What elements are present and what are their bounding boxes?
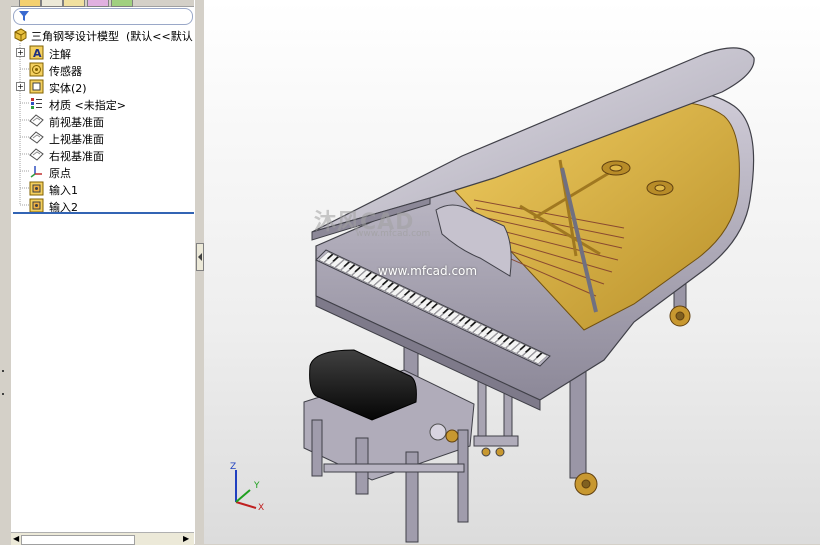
svg-text:A: A bbox=[33, 47, 42, 60]
material-icon bbox=[31, 98, 42, 109]
view-orientation-triad: Z Y X bbox=[230, 462, 264, 513]
horizontal-scrollbar[interactable]: ◀ ▶ bbox=[11, 532, 194, 545]
tree-item-label: 注解 bbox=[49, 48, 71, 61]
plane-icon bbox=[29, 114, 44, 127]
plane-icon bbox=[29, 148, 44, 161]
part-icon bbox=[14, 28, 27, 42]
collapse-panel-handle[interactable] bbox=[196, 243, 204, 271]
triad-x-label: X bbox=[258, 503, 264, 513]
edge-mark bbox=[2, 370, 4, 372]
tree-item-top-plane[interactable]: 上视基准面 bbox=[11, 129, 194, 146]
expand-toggle[interactable]: + bbox=[16, 48, 25, 57]
tree-item-label: 右视基准面 bbox=[49, 150, 104, 163]
tree-root-part[interactable]: 三角钢琴设计模型 (默认<<默认 bbox=[11, 26, 194, 43]
plane-icon bbox=[29, 131, 44, 144]
annotations-icon: A bbox=[29, 45, 44, 60]
tree-item-label: 前视基准面 bbox=[49, 116, 104, 129]
rollback-bar[interactable] bbox=[13, 212, 194, 214]
tree-item-annotations[interactable]: + A 注解 bbox=[11, 44, 194, 61]
tree-item-front-plane[interactable]: 前视基准面 bbox=[11, 112, 194, 129]
tree-item-label: 材质 <未指定> bbox=[49, 99, 126, 112]
tree-item-label: 实体(2) bbox=[49, 82, 87, 95]
triad-z-label: Z bbox=[230, 462, 236, 472]
edge-mark bbox=[2, 393, 4, 395]
tree-item-label: 上视基准面 bbox=[49, 133, 104, 146]
feature-manager-panel: 三角钢琴设计模型 (默认<<默认 + A 注解 传感器 + 实体(2) 材质 <… bbox=[11, 0, 195, 545]
graphics-viewport[interactable]: 沐风CAD www.mfcad.com www.mfcad.com Z Y X bbox=[204, 0, 820, 544]
solid-bodies-icon bbox=[29, 79, 44, 94]
tree-item-right-plane[interactable]: 右视基准面 bbox=[11, 146, 194, 163]
tree-item-solid-bodies[interactable]: + 实体(2) bbox=[11, 78, 194, 95]
sensors-icon bbox=[29, 62, 44, 77]
tree-item-label: 传感器 bbox=[49, 65, 82, 78]
scroll-right-icon[interactable]: ▶ bbox=[183, 534, 189, 543]
triad-y-label: Y bbox=[253, 481, 260, 491]
watermark-url: www.mfcad.com bbox=[378, 264, 478, 278]
watermark-subtext: www.mfcad.com bbox=[356, 229, 431, 239]
tree-item-sensors[interactable]: 传感器 bbox=[11, 61, 194, 78]
grand-piano-model[interactable] bbox=[204, 0, 820, 544]
imported-body-icon bbox=[29, 181, 44, 196]
expand-toggle[interactable]: + bbox=[16, 82, 25, 91]
tree-item-import1[interactable]: 输入1 bbox=[11, 180, 194, 197]
imported-body-icon bbox=[29, 198, 44, 213]
tree-item-origin[interactable]: 原点 bbox=[11, 163, 194, 180]
scroll-left-icon[interactable]: ◀ bbox=[13, 534, 19, 543]
tree-item-material[interactable]: 材质 <未指定> bbox=[11, 95, 194, 112]
tree-item-label: 输入1 bbox=[49, 184, 78, 197]
origin-icon bbox=[30, 166, 42, 178]
tree-item-label: 原点 bbox=[49, 167, 71, 180]
tree-root-label: 三角钢琴设计模型 (默认<<默认 bbox=[31, 30, 193, 43]
piano-bench bbox=[303, 349, 475, 543]
